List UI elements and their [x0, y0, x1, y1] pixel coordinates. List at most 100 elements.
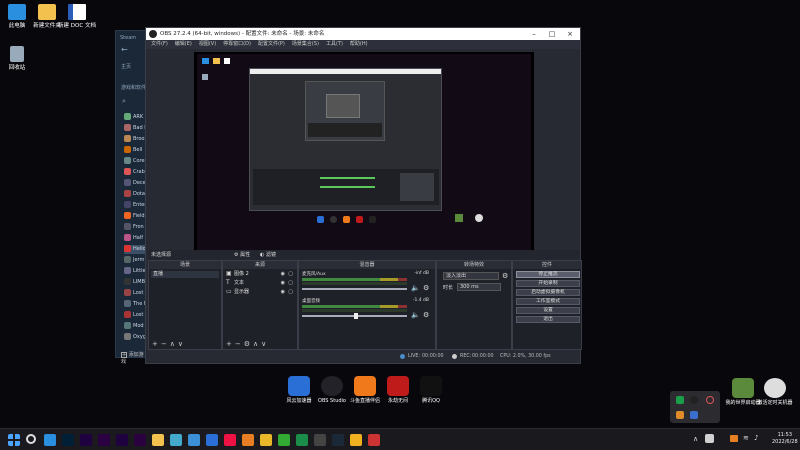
obs-task-icon[interactable] [368, 434, 380, 446]
tray-app-icon[interactable] [676, 411, 684, 419]
menu-item[interactable]: 编辑(E) [175, 40, 192, 49]
clock[interactable]: 11:53 2022/6/28 [772, 432, 798, 446]
browser-icon[interactable] [242, 434, 254, 446]
rocket-icon [288, 376, 310, 396]
menu-item[interactable]: 配置文件(P) [258, 40, 285, 49]
visibility-eye-icon[interactable]: ◉ [281, 270, 285, 278]
edge-icon[interactable] [188, 434, 200, 446]
premiere-icon[interactable] [134, 434, 146, 446]
tray-app-icon[interactable] [730, 435, 738, 442]
ae-icon[interactable] [116, 434, 128, 446]
visibility-eye-icon[interactable]: ◉ [281, 279, 285, 287]
menu-item[interactable]: 视图(V) [199, 40, 216, 49]
studio-mode-button[interactable]: 工作室模式 [516, 298, 580, 305]
start-recording-button[interactable]: 开始录制 [516, 280, 580, 287]
source-item[interactable]: ▣ 图像 2 ◉ ▢ [225, 270, 295, 278]
obs-window[interactable]: OBS 27.2.4 (64-bit, windows) - 配置文件: 未命名… [145, 27, 582, 364]
steam-nav-home[interactable]: 主页 [121, 63, 131, 70]
desktop-icon-doc[interactable]: 新建 DOC 文档 [54, 4, 100, 30]
game-icon [124, 113, 131, 120]
volume-slider-handle[interactable] [354, 313, 358, 319]
maximize-icon[interactable]: □ [544, 28, 560, 40]
steam-game-label: ARK [133, 114, 144, 120]
add-game-button[interactable]: + 添加游戏 [121, 351, 148, 365]
speaker-icon[interactable]: 🔈 [411, 311, 420, 319]
filters-button[interactable]: ◐ 滤镜 [260, 250, 276, 260]
gear-icon[interactable]: ⚙ [423, 311, 429, 319]
pycharm-icon[interactable] [296, 434, 308, 446]
transition-type-select[interactable]: 淡入淡出 [443, 272, 499, 280]
steam-icon[interactable] [332, 434, 344, 446]
properties-button[interactable]: ⚙ 属性 [234, 250, 250, 260]
search-icon[interactable]: ⌕ [122, 97, 126, 106]
menu-item[interactable]: 工具(T) [326, 40, 343, 49]
start-virtual-camera-button[interactable]: 启动虚拟摄像机 [516, 289, 580, 296]
game-icon [124, 300, 131, 307]
tray-app-icon[interactable] [705, 434, 714, 443]
scenes-dock: 场景 直播 +−∧∨ [148, 260, 222, 350]
minimize-icon[interactable]: – [526, 28, 542, 40]
move-down-icon[interactable]: ∨ [261, 340, 269, 348]
move-down-icon[interactable]: ∨ [178, 340, 186, 348]
lock-icon[interactable]: ▢ [288, 270, 293, 278]
gear-icon[interactable]: ⚙ [423, 284, 429, 292]
desktop-shortcut[interactable]: 激活定时关机器 [754, 378, 796, 406]
desktop-icon-recycle[interactable]: 回收站 [0, 46, 40, 72]
menu-item[interactable]: 帮助(H) [350, 40, 368, 49]
mail-icon[interactable] [206, 434, 218, 446]
source-settings-icon[interactable]: ⚙ [244, 340, 253, 348]
tray-app-icon[interactable] [690, 411, 698, 419]
douyu-icon [354, 376, 376, 396]
menu-item[interactable]: 场景集合(S) [292, 40, 319, 49]
lock-icon[interactable]: ▢ [288, 288, 293, 296]
remove-scene-icon[interactable]: − [161, 340, 170, 348]
arrow-app-icon[interactable] [170, 434, 182, 446]
search-icon[interactable] [26, 434, 36, 444]
obs-titlebar[interactable]: OBS 27.2.4 (64-bit, windows) - 配置文件: 未命名… [146, 28, 580, 40]
chrome-icon[interactable] [260, 434, 272, 446]
move-up-icon[interactable]: ∧ [253, 340, 261, 348]
speaker-icon[interactable]: 🔈 [411, 284, 420, 292]
add-scene-icon[interactable]: + [152, 340, 161, 348]
tray-app-icon[interactable] [676, 396, 684, 404]
files-icon[interactable] [44, 434, 56, 446]
after-effects-icon[interactable] [80, 434, 92, 446]
windows-start-icon[interactable] [8, 434, 20, 446]
volume-icon[interactable]: ♪ [754, 434, 758, 442]
tray-app-icon[interactable] [706, 396, 714, 404]
wifi-icon[interactable]: ≋ [743, 434, 749, 442]
source-item[interactable]: T 文本 ◉ ▢ [225, 279, 295, 287]
desktop-shortcut[interactable]: 腾讯QQ [410, 376, 452, 404]
clock-date: 2022/6/28 [772, 439, 798, 445]
tray-chevron-icon[interactable]: ∧ [693, 435, 698, 443]
snip-icon[interactable] [224, 434, 236, 446]
stop-streaming-button[interactable]: 停止推流 [516, 271, 580, 278]
preview-canvas[interactable] [194, 52, 534, 272]
menu-item[interactable]: 停靠窗口(D) [223, 40, 251, 49]
move-up-icon[interactable]: ∧ [170, 340, 178, 348]
volume-slider[interactable] [302, 288, 407, 290]
duration-input[interactable]: 300 ms [457, 283, 501, 291]
visibility-eye-icon[interactable]: ◉ [281, 288, 285, 296]
menu-item[interactable]: 文件(F) [151, 40, 168, 49]
coin-icon[interactable] [350, 434, 362, 446]
scene-item[interactable]: 直播 [151, 271, 219, 278]
settings-button[interactable]: 设置 [516, 307, 580, 314]
remove-source-icon[interactable]: − [235, 340, 244, 348]
photoshop-icon[interactable] [62, 434, 74, 446]
browser2-icon[interactable] [314, 434, 326, 446]
media-encoder-icon[interactable] [98, 434, 110, 446]
close-icon[interactable]: × [562, 28, 578, 40]
app-icon[interactable] [278, 434, 290, 446]
steam-window[interactable]: Steam ← 主页 游戏和软件 ⌕ ARK Bad N Brool Bell Core… [115, 30, 150, 365]
source-item[interactable]: ▭ 显示器 ◉ ▢ [225, 288, 295, 296]
qq-icon [420, 376, 442, 396]
lock-icon[interactable]: ▢ [288, 279, 293, 287]
live-indicator-icon [400, 354, 405, 359]
add-source-icon[interactable]: + [226, 340, 235, 348]
folder-icon[interactable] [152, 434, 164, 446]
tray-app-icon[interactable] [690, 396, 698, 404]
back-arrow-icon[interactable]: ← [121, 45, 128, 54]
gear-icon[interactable]: ⚙ [502, 272, 508, 280]
exit-button[interactable]: 退出 [516, 316, 580, 323]
